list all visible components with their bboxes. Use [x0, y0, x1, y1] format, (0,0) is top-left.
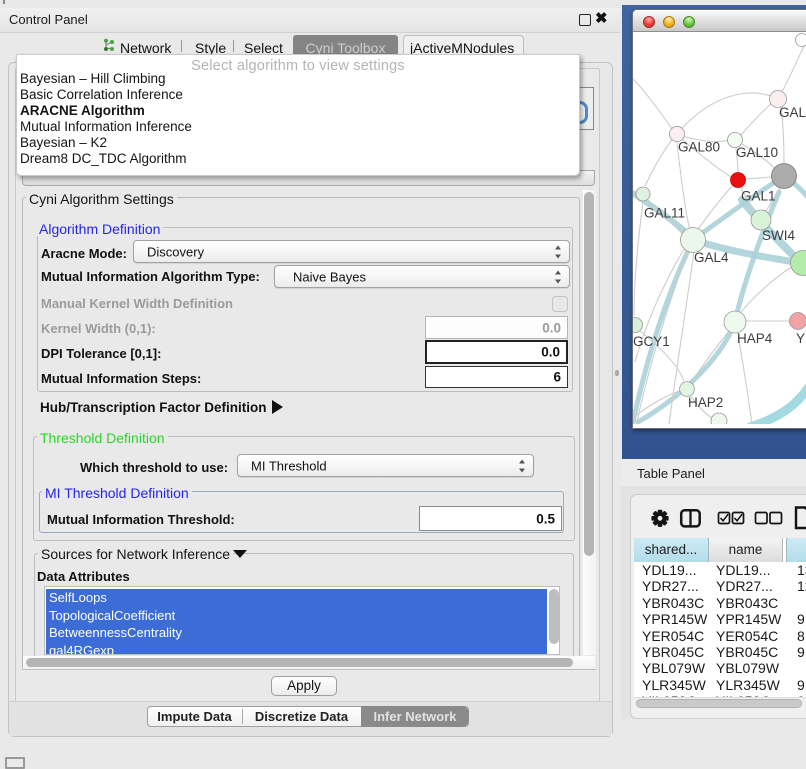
svg-text:GAL4: GAL4: [694, 250, 729, 265]
svg-text:GAL80: GAL80: [678, 140, 720, 155]
svg-text:HAP4: HAP4: [737, 331, 773, 346]
svg-text:GAL11: GAL11: [644, 206, 685, 221]
svg-text:GCY1: GCY1: [633, 334, 670, 349]
svg-text:Y: Y: [796, 331, 805, 346]
svg-text:HAP2: HAP2: [688, 395, 723, 410]
svg-text:GAL10: GAL10: [736, 145, 778, 160]
svg-text:SWI4: SWI4: [762, 228, 795, 243]
svg-text:GAL: GAL: [779, 105, 806, 120]
svg-text:GAL1: GAL1: [741, 189, 776, 204]
